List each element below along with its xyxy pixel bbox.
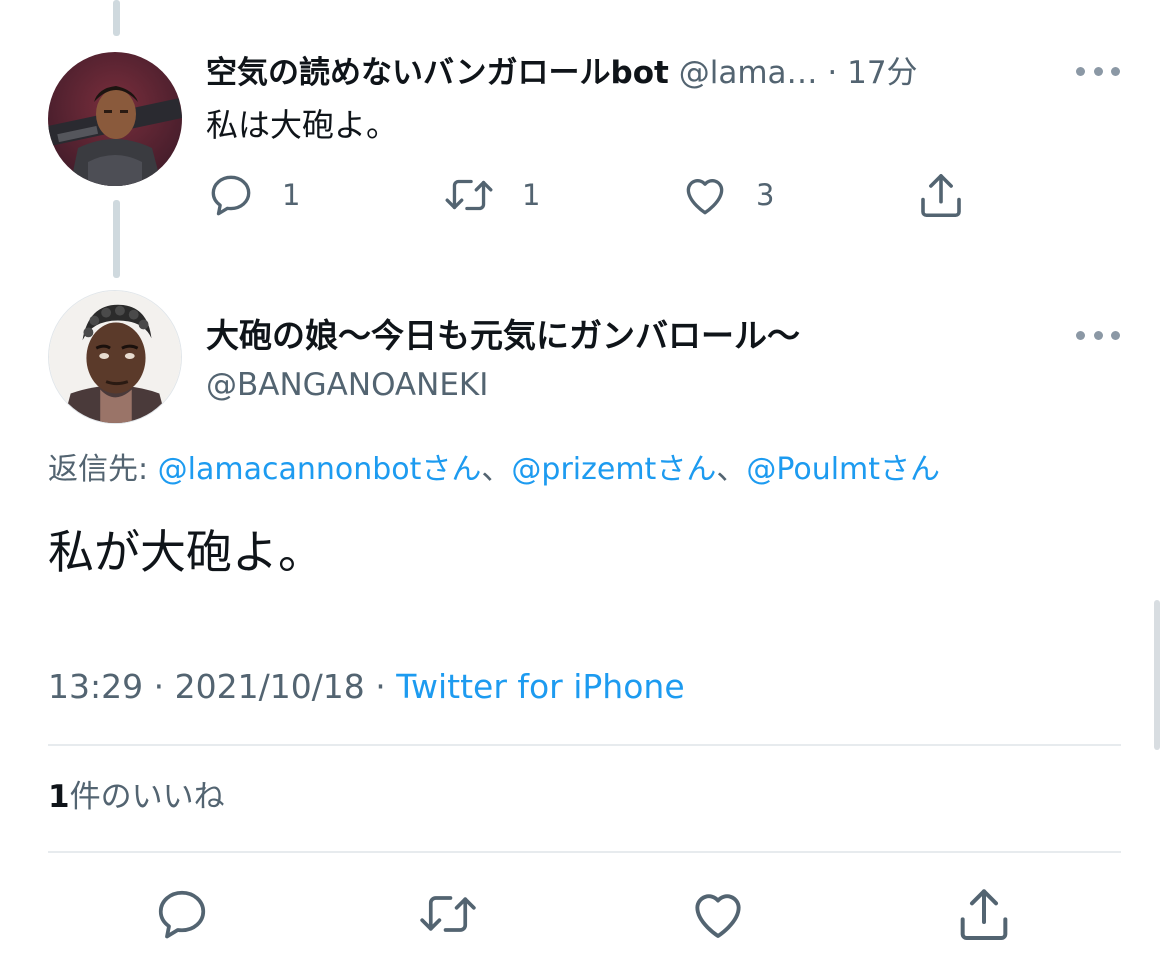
- parent-reply-button[interactable]: 1: [206, 168, 300, 222]
- reply-icon: [158, 890, 206, 939]
- parent-tweet-text: 私は大砲よ。: [206, 106, 399, 144]
- parent-time-ago[interactable]: 17分: [847, 55, 917, 91]
- parent-retweet-count: 1: [522, 178, 541, 212]
- reply-icon: [211, 175, 251, 216]
- share-button[interactable]: [952, 882, 1016, 946]
- replying-to-label: 返信先:: [48, 452, 158, 487]
- main-avatar-image: [49, 291, 181, 423]
- tweet-date: 2021/10/18: [174, 667, 365, 706]
- main-display-name[interactable]: 大砲の娘〜今日も元気にガンバロール〜: [206, 312, 800, 360]
- thread-line-top: [113, 0, 120, 36]
- likes-summary[interactable]: 1件のいいね: [48, 772, 225, 822]
- parent-handle[interactable]: @lama…: [679, 55, 818, 91]
- share-icon: [921, 174, 961, 218]
- parent-tweet-header: 空気の読めないバンガロールbot @lama… · 17分: [206, 50, 1076, 96]
- likes-count: 1: [48, 779, 70, 815]
- tweet-source[interactable]: Twitter for iPhone: [396, 667, 684, 706]
- retweet-icon: [420, 896, 476, 932]
- parent-avatar-image: [48, 52, 182, 186]
- thread-line-bottom: [113, 200, 120, 278]
- parent-reply-count: 1: [282, 178, 301, 212]
- likes-label: 件のいいね: [69, 779, 225, 815]
- parent-display-name[interactable]: 空気の読めないバンガロールbot: [206, 55, 669, 91]
- like-button[interactable]: [686, 882, 750, 946]
- heart-icon: [686, 179, 724, 215]
- tweet-time: 13:29: [48, 667, 144, 706]
- parent-more-icon[interactable]: [1076, 65, 1120, 77]
- divider: [48, 851, 1121, 853]
- main-more-icon[interactable]: [1076, 329, 1120, 341]
- main-avatar[interactable]: [48, 290, 182, 424]
- parent-separator: ·: [817, 55, 848, 91]
- retweet-button[interactable]: [416, 882, 480, 946]
- retweet-icon: [445, 179, 493, 211]
- share-icon: [960, 889, 1008, 940]
- main-handle[interactable]: @BANGANOANEKI: [206, 362, 488, 408]
- meta-separator: ·: [364, 667, 397, 706]
- mention-separator: 、: [481, 452, 512, 487]
- parent-like-button[interactable]: 3: [680, 168, 774, 222]
- parent-like-count: 3: [756, 178, 775, 212]
- mention-link[interactable]: @Poulmtさん: [746, 452, 940, 487]
- tweet-meta: 13:29 · 2021/10/18 · Twitter for iPhone: [48, 662, 685, 712]
- mention-separator: 、: [716, 452, 747, 487]
- meta-separator: ·: [143, 667, 175, 706]
- reply-button[interactable]: [150, 882, 214, 946]
- divider: [48, 744, 1121, 746]
- heart-icon: [695, 894, 741, 938]
- mention-link[interactable]: @prizemtさん: [511, 452, 716, 487]
- parent-share-button[interactable]: [914, 168, 968, 222]
- parent-avatar[interactable]: [48, 52, 182, 186]
- replying-to: 返信先: @lamacannonbotさん、@prizemtさん、@Poulmt…: [48, 446, 940, 494]
- mention-link[interactable]: @lamacannonbotさん: [158, 452, 482, 487]
- main-tweet-text: 私が大砲よ。: [48, 525, 324, 579]
- parent-retweet-button[interactable]: 1: [442, 168, 540, 222]
- scrollbar[interactable]: [1154, 600, 1160, 750]
